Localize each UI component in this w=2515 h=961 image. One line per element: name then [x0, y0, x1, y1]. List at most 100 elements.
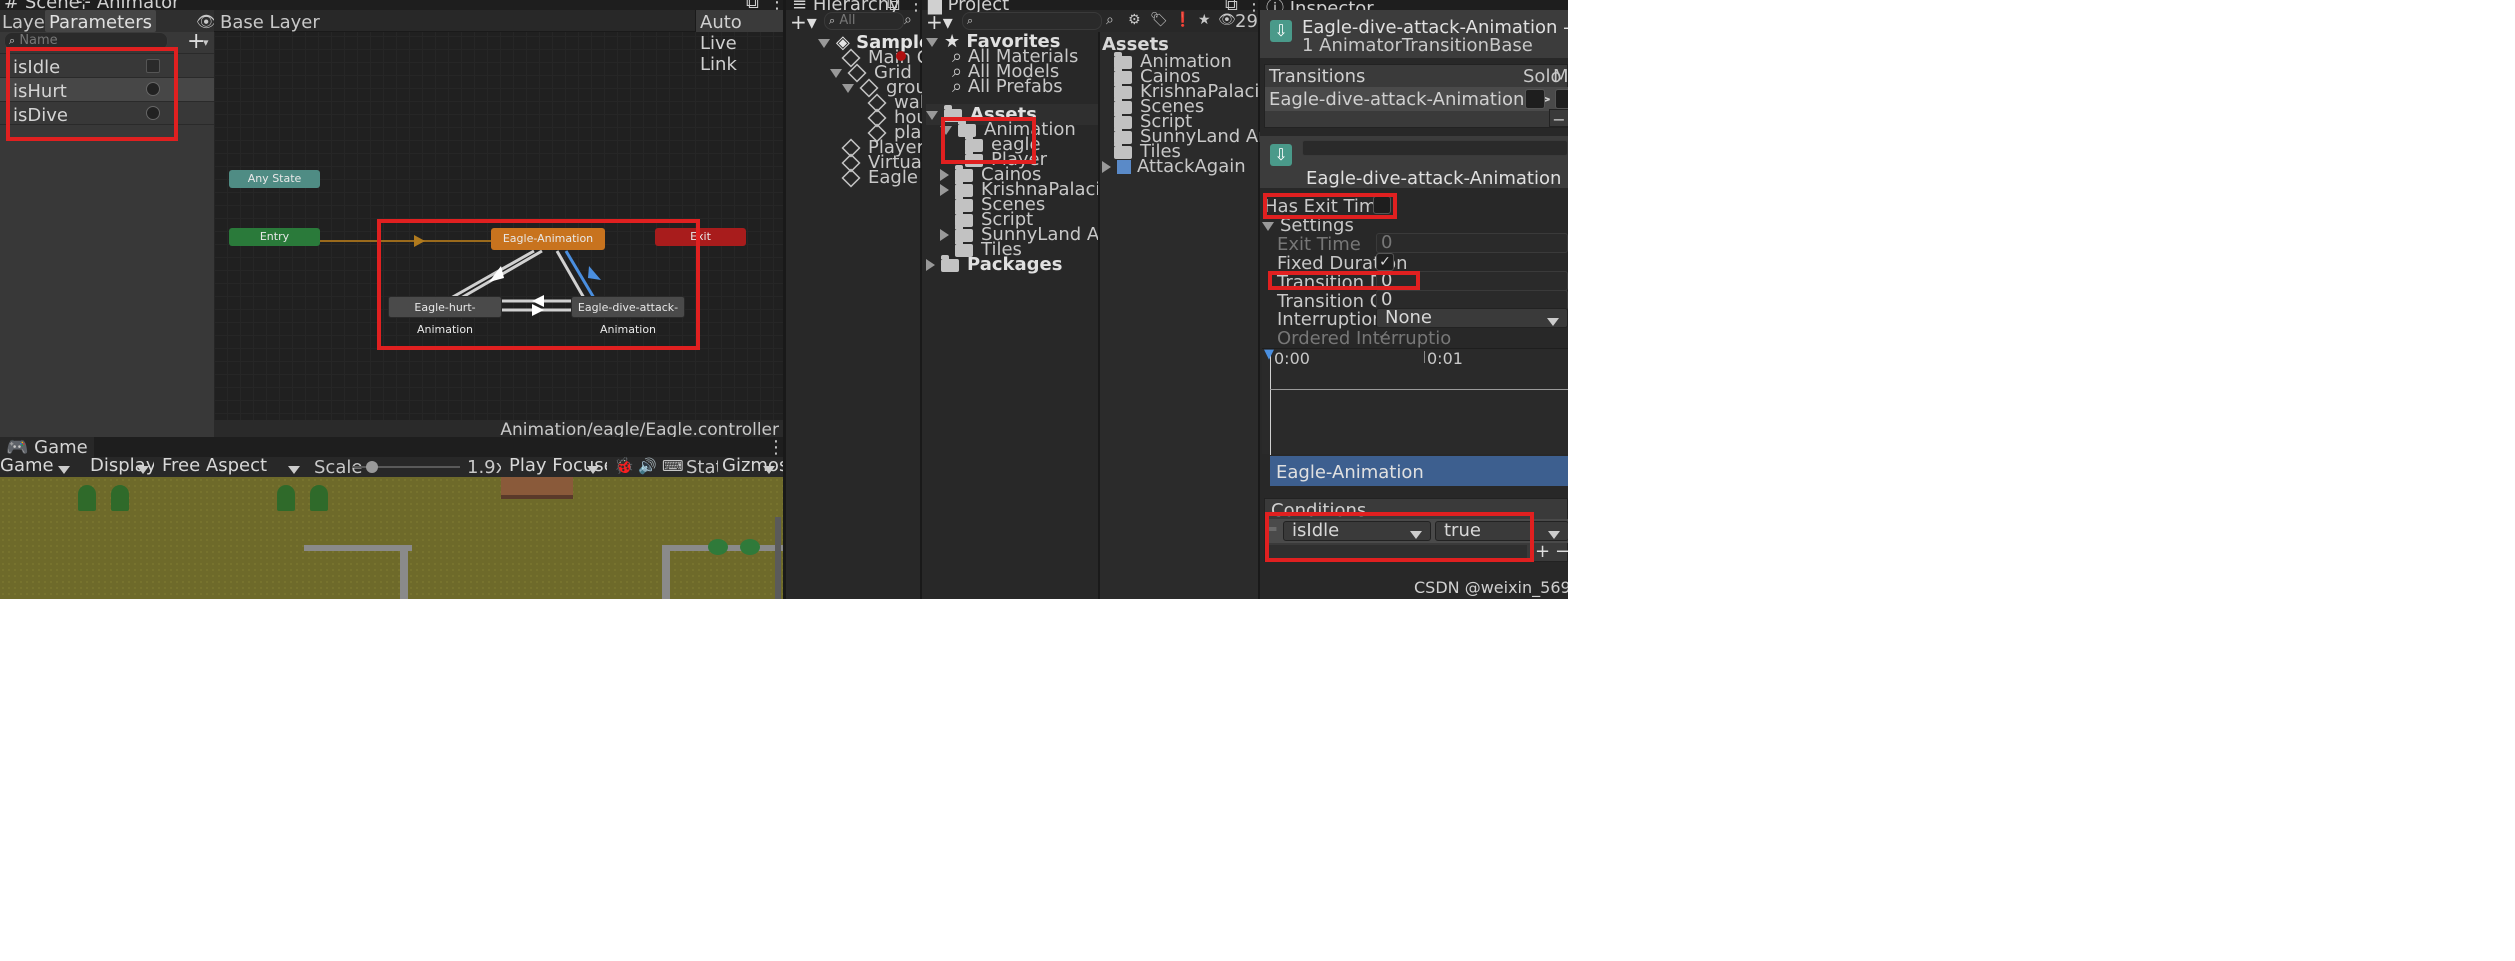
bug-icon[interactable]: 🐞 [614, 456, 634, 475]
game-toolbar: Game Display 1 Free Aspect Scale 1.9x Pl… [0, 456, 783, 478]
transition-list-item[interactable]: Eagle-dive-attack-Animation -> Eagle-Ani… [1265, 87, 1671, 111]
transition-duration-highlight [1268, 271, 1420, 290]
aspect-dropdown[interactable]: Free Aspect [154, 457, 308, 477]
tab-game[interactable]: 🎮 Game [0, 437, 94, 458]
warning-icon[interactable]: ❗ [1174, 12, 1191, 28]
layers-params-tabbar: Layers Parameters 👁 [0, 10, 216, 33]
transition-offset-input[interactable]: 0 [1376, 290, 1568, 310]
play-focused-dropdown[interactable]: Play Focused [501, 457, 607, 477]
game-mode-dropdown[interactable]: Game [0, 457, 78, 477]
scale-slider[interactable] [352, 461, 460, 473]
more-menu-icon[interactable]: ⋮ [767, 437, 785, 458]
any-state-node[interactable]: Any State [229, 170, 320, 188]
wall-sprite [304, 545, 412, 551]
solo-checkbox[interactable] [1525, 89, 1545, 109]
error-dot-icon [896, 51, 906, 61]
game-tabbar: 🎮 Game ⋮ [0, 437, 785, 458]
remove-transition-button[interactable]: − [1549, 109, 1569, 129]
palm-sprite [740, 539, 760, 555]
folder-icon [941, 254, 959, 272]
project-toolbar: +▾ ⌕ ⌕ ⚙ 🏷 ❗ ★ 👁 29 [922, 10, 1258, 34]
assets-list-panel: Assets Animation Cainos KrishnaPalacio S… [1100, 32, 1316, 599]
fixed-duration-checkbox[interactable]: ✓ [1376, 253, 1394, 271]
expand-icon[interactable] [926, 37, 938, 47]
exit-time-input[interactable]: 0 [1376, 233, 1568, 253]
interruption-source-dropdown[interactable]: None [1376, 308, 1568, 328]
hierarchy-item[interactable]: Eagle [841, 167, 918, 188]
playhead-marker-icon[interactable]: ▼ [1264, 347, 1274, 362]
inspector-panel: ⓘ Inspector ⇩ Eagle-dive-attack-Animatio… [1260, 0, 1731, 599]
graph-footer: Animation/eagle/Eagle.controller [214, 420, 783, 440]
house-sprite [501, 477, 573, 499]
ordered-interruption-label: Ordered Interruptio [1277, 328, 1452, 349]
timeline-state-bar[interactable]: Eagle-Animation [1270, 456, 1568, 486]
expand-icon[interactable] [940, 184, 949, 196]
search-icon: ⌕ [829, 14, 836, 27]
expand-icon[interactable] [926, 259, 935, 271]
gizmos-dropdown[interactable]: Gizmos [718, 457, 783, 477]
has-exit-time-highlight [1263, 193, 1397, 219]
gamepad-icon: 🎮 [6, 437, 29, 458]
inspector-header: ⇩ Eagle-dive-attack-Animation -> Eagle-A… [1260, 10, 1711, 58]
conditions-highlight [1265, 512, 1534, 562]
animation-folder-highlight [941, 117, 1036, 164]
keyboard-icon[interactable]: ⌨ [662, 457, 684, 475]
packages-row[interactable]: Packages [926, 254, 1062, 275]
wall-sprite [662, 545, 670, 599]
timeline-state-label: Eagle-Animation [1276, 462, 1424, 483]
timeline-curve [1270, 389, 1568, 390]
animator-tabbar: # Scene ⊹ Animator ⧉ ⋮ [0, 0, 786, 12]
ordered-interruption-checkbox[interactable]: ✓ [1378, 328, 1390, 344]
timeline-playhead[interactable] [1270, 351, 1271, 455]
add-condition-button[interactable]: + [1535, 541, 1550, 562]
transition-timeline[interactable]: 0:00 0:01 ▼ [1262, 347, 1568, 455]
hierarchy-toolbar: +▾ ⌕ All ⌕ [786, 10, 920, 34]
scale-slider-thumb[interactable] [366, 461, 378, 473]
hierarchy-panel: ≡ Hierarchy ⧉ ⋮ +▾ ⌕ All ⌕ ◈ SampleSc ⋮ … [786, 0, 979, 599]
display-dropdown[interactable]: Display 1 [82, 457, 157, 477]
transitions-box: Transitions Solo Mu Eagle-dive-attack-An… [1264, 64, 1671, 129]
hidden-packages-icon[interactable]: 👁 [1218, 12, 1236, 28]
search-options-icon[interactable]: ⌕ [904, 12, 912, 28]
asset-scene-file[interactable]: AttackAgain [1102, 156, 1246, 177]
expand-icon[interactable] [830, 68, 842, 78]
search-icon: ⌕ [9, 34, 16, 47]
expand-icon[interactable] [940, 229, 949, 241]
filter-label-icon[interactable]: 🏷 [1150, 12, 1168, 28]
filter-type-icon[interactable]: ⚙ [1128, 12, 1141, 28]
wall-sprite [400, 545, 408, 599]
expand-icon[interactable] [818, 38, 830, 48]
chevron-down-icon[interactable]: ▾ [203, 36, 209, 49]
project-panel: ▆ Project ⧉ ⋮ +▾ ⌕ ⌕ ⚙ 🏷 ❗ ★ 👁 29 ★ Favo… [922, 0, 1316, 599]
parameters-highlight [6, 47, 178, 141]
palm-sprite [708, 539, 728, 555]
project-search-input[interactable]: ⌕ [962, 12, 1102, 30]
search-scope-icon[interactable]: ⌕ [1106, 12, 1114, 28]
hierarchy-search-input[interactable]: ⌕ All [824, 12, 904, 30]
timeline-tick [1424, 351, 1425, 363]
transition-name-input[interactable] [1302, 140, 1568, 156]
expand-icon[interactable] [1102, 161, 1111, 173]
star-icon[interactable]: ★ [1198, 12, 1211, 28]
gameobject-icon [841, 168, 861, 188]
hierarchy-tabbar: ≡ Hierarchy ⧉ ⋮ [786, 0, 925, 15]
expand-icon[interactable] [842, 83, 854, 93]
speaker-icon[interactable]: 🔊 [638, 457, 657, 475]
hidden-count: 29 [1235, 11, 1258, 32]
expand-icon[interactable] [926, 110, 938, 120]
transition-detail-header: ⇩ Eagle-dive-attack-Animation -> Eagle-A… [1260, 136, 1731, 189]
favorite-item[interactable]: ⌕ All Prefabs [952, 76, 1063, 97]
project-tabbar: ▆ Project ⧉ ⋮ [922, 0, 1263, 15]
tree-sprite [78, 485, 96, 511]
game-viewport[interactable] [0, 477, 783, 599]
expand-icon[interactable] [1262, 221, 1274, 231]
tree-sprite [310, 485, 328, 511]
transitions-label: Transitions [1269, 66, 1366, 87]
entry-node[interactable]: Entry [229, 228, 320, 246]
tab-parameters[interactable]: Parameters [45, 10, 157, 33]
create-button[interactable]: +▾ [790, 10, 817, 34]
scene-asset-icon [1117, 160, 1131, 174]
search-icon: ⌕ [952, 76, 963, 97]
game-scrollbar[interactable] [775, 517, 781, 599]
transition-asset-icon: ⇩ [1270, 144, 1292, 166]
